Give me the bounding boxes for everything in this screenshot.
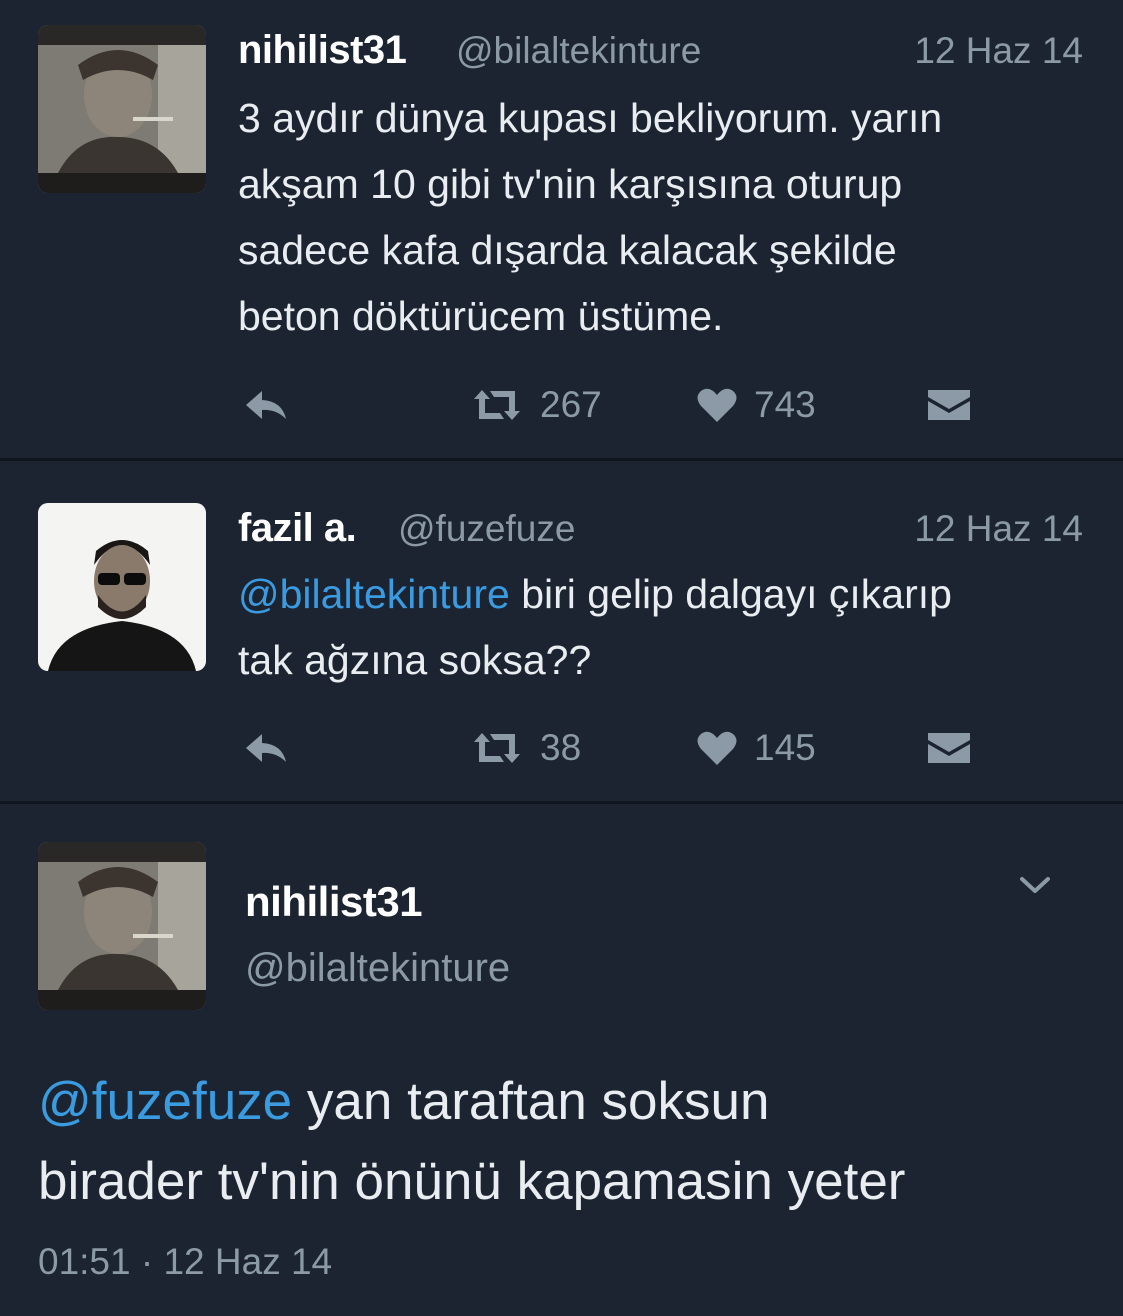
mention-link[interactable]: @bilaltekinture (238, 571, 510, 617)
tweet-detail: nihilist31 @bilaltekinture @fuzefuze yan… (0, 804, 1123, 1316)
user-handle[interactable]: @bilaltekinture (456, 30, 701, 72)
tweet-2[interactable]: fazil a. @fuzefuze 12 Haz 14 @bilaltekin… (0, 461, 1123, 801)
tweet-date: 12 Haz 14 (914, 508, 1083, 549)
tweet-text-line: @fuzefuze yan taraftan soksun (38, 1062, 1098, 1142)
display-name[interactable]: nihilist31 (245, 878, 423, 926)
display-name[interactable]: fazil a. (238, 506, 357, 551)
direct-message-button[interactable] (926, 380, 972, 430)
like-button[interactable]: 145 (696, 723, 816, 773)
tweet-text-line: tak ağzına soksa?? (238, 637, 592, 683)
like-button[interactable]: 743 (696, 380, 816, 430)
tweet-actions: 267 743 (238, 380, 998, 430)
tweet-timestamp: 01:51 · 12 Haz 14 (38, 1241, 333, 1282)
mention-link[interactable]: @fuzefuze (38, 1072, 292, 1131)
tweet-text: @fuzefuze yan taraftan soksun birader tv… (38, 1062, 1098, 1222)
retweet-count: 38 (540, 727, 582, 768)
retweet-count: 267 (540, 384, 602, 425)
direct-message-button[interactable] (926, 723, 972, 773)
reply-icon (246, 734, 286, 762)
retweet-button[interactable]: 38 (470, 723, 581, 773)
tweet-text-line: sadece kafa dışarda kalacak şekilde (238, 227, 897, 273)
tweet-text-line: akşam 10 gibi tv'nin karşısına oturup (238, 161, 903, 207)
tweet-date: 12 Haz 14 (914, 30, 1083, 71)
heart-icon (697, 388, 737, 422)
tweet-text: @bilaltekinture biri gelip dalgayı çıkar… (238, 561, 1108, 693)
tweet-text-line: 3 aydır dünya kupası bekliyorum. yarın (238, 95, 943, 141)
dm-icon (928, 390, 970, 420)
tweet-1[interactable]: nihilist31 @bilaltekinture 12 Haz 14 3 a… (0, 0, 1123, 458)
tweet-text-line: @bilaltekinture biri gelip dalgayı çıkar… (238, 561, 1108, 627)
reply-button[interactable] (244, 380, 290, 430)
user-handle[interactable]: @fuzefuze (398, 508, 575, 550)
like-count: 145 (754, 727, 816, 768)
tweet-text-line: beton döktürücem üstüme. (238, 293, 724, 339)
user-handle[interactable]: @bilaltekinture (245, 946, 510, 991)
dm-icon (928, 733, 970, 763)
avatar[interactable] (38, 503, 206, 671)
avatar[interactable] (38, 842, 206, 1010)
like-count: 743 (754, 384, 816, 425)
tweet-text-line: birader tv'nin önünü kapamasin yeter (38, 1152, 906, 1211)
heart-icon (697, 731, 737, 765)
avatar[interactable] (38, 25, 206, 193)
tweet-text: 3 aydır dünya kupası bekliyorum. yarın a… (238, 85, 1108, 349)
tweet-actions: 38 145 (238, 723, 998, 773)
reply-button[interactable] (244, 723, 290, 773)
chevron-down-icon (1020, 877, 1050, 893)
avatar-photo (38, 25, 206, 193)
retweet-icon (474, 390, 520, 420)
tweet-menu-button[interactable] (1017, 874, 1053, 904)
tweet-text-span: yan taraftan soksun (292, 1072, 770, 1131)
display-name[interactable]: nihilist31 (238, 28, 407, 73)
avatar-photo (38, 503, 206, 671)
retweet-button[interactable]: 267 (470, 380, 602, 430)
reply-icon (246, 391, 286, 419)
avatar-photo (38, 842, 206, 1010)
retweet-icon (474, 733, 520, 763)
tweet-text-span: biri gelip dalgayı çıkarıp (509, 571, 952, 617)
